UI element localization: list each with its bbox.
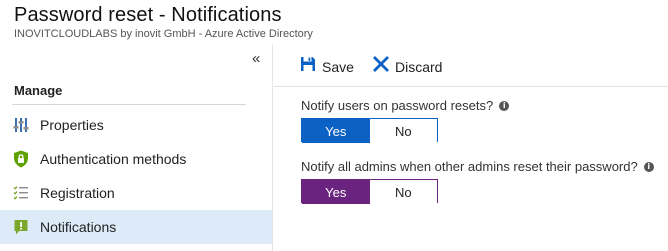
sidebar-section-label: Manage bbox=[14, 83, 63, 98]
toggle-yes-option[interactable]: Yes bbox=[302, 119, 370, 143]
sidebar-item-notifications[interactable]: Notifications bbox=[0, 210, 272, 244]
notify-admins-toggle: Yes No bbox=[301, 179, 438, 204]
toggle-yes-option[interactable]: Yes bbox=[302, 180, 370, 204]
save-button[interactable]: Save bbox=[300, 56, 354, 77]
notification-icon bbox=[12, 218, 30, 236]
section-divider bbox=[12, 104, 246, 105]
sidebar-item-properties[interactable]: Properties bbox=[0, 108, 272, 142]
sidebar-item-label: Authentication methods bbox=[40, 151, 187, 167]
sliders-icon bbox=[12, 116, 30, 134]
sidebar: « Manage Properties Authentication metho… bbox=[0, 44, 273, 251]
setting-question-admin-notify: Notify all admins when other admins rese… bbox=[301, 159, 654, 174]
sidebar-item-registration[interactable]: Registration bbox=[0, 176, 272, 210]
sidebar-item-authentication-methods[interactable]: Authentication methods bbox=[0, 142, 272, 176]
close-icon bbox=[373, 56, 389, 77]
command-bar: Save Discard bbox=[274, 44, 668, 87]
discard-button[interactable]: Discard bbox=[373, 56, 442, 77]
info-icon[interactable]: i bbox=[499, 100, 510, 111]
save-label: Save bbox=[322, 58, 354, 75]
toggle-no-option[interactable]: No bbox=[369, 180, 437, 204]
page-subtitle: INOVITCLOUDLABS by inovit GmbH - Azure A… bbox=[14, 28, 313, 40]
page-header: Password reset - Notifications INOVITCLO… bbox=[0, 0, 668, 44]
info-icon[interactable]: i bbox=[643, 161, 654, 172]
save-icon bbox=[300, 56, 316, 77]
toggle-no-option[interactable]: No bbox=[369, 119, 437, 143]
collapse-sidebar-button[interactable]: « bbox=[252, 50, 260, 67]
sidebar-item-label: Notifications bbox=[40, 219, 117, 235]
discard-label: Discard bbox=[395, 58, 443, 75]
setting-question-user-notify: Notify users on password resets? i bbox=[301, 98, 510, 113]
notify-users-toggle: Yes No bbox=[301, 118, 438, 143]
setting-question-text: Notify users on password resets? bbox=[301, 98, 494, 113]
setting-question-text: Notify all admins when other admins rese… bbox=[301, 159, 638, 174]
checklist-icon bbox=[12, 184, 30, 202]
sidebar-item-label: Registration bbox=[40, 185, 115, 201]
sidebar-item-label: Properties bbox=[40, 117, 104, 133]
shield-lock-icon bbox=[12, 150, 30, 168]
main-content: Save Discard Notify users on password re… bbox=[274, 44, 668, 251]
page-title: Password reset - Notifications bbox=[14, 4, 282, 26]
